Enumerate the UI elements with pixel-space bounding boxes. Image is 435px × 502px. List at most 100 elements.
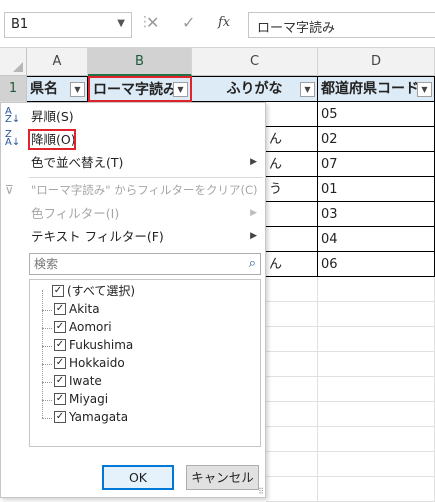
tree-line	[42, 400, 52, 401]
empty-cell[interactable]	[318, 277, 435, 302]
empty-cell[interactable]	[318, 302, 435, 327]
cancel-button[interactable]: キャンセル	[186, 465, 259, 490]
header-label: ローマ字読み	[93, 82, 177, 98]
cell-text: 06	[321, 257, 338, 272]
column-header-b[interactable]: B	[88, 48, 192, 76]
cell-text: 03	[321, 207, 338, 222]
tree-line	[42, 418, 52, 419]
cell-text: 02	[321, 132, 338, 147]
empty-cell[interactable]	[266, 277, 318, 302]
filter-dropdown-icon[interactable]: ▼	[417, 82, 432, 97]
furigana-cell[interactable]	[266, 202, 318, 227]
code-cell[interactable]: 01	[318, 177, 435, 202]
select-all-corner[interactable]	[0, 48, 27, 76]
empty-cell[interactable]	[318, 352, 435, 377]
code-cell[interactable]: 04	[318, 227, 435, 252]
insert-function-icon[interactable]: fx	[218, 15, 230, 30]
furigana-cell[interactable]	[266, 227, 318, 252]
list-item-label: Iwate	[69, 374, 102, 388]
tree-line	[42, 310, 52, 311]
filter-search-input[interactable]	[34, 254, 234, 274]
chevron-right-icon: ▶	[250, 231, 257, 241]
cell-text: 05	[321, 107, 338, 122]
header-cell-furigana[interactable]: ふりがな ▼	[192, 76, 318, 102]
code-cell[interactable]: 02	[318, 127, 435, 152]
chevron-down-icon[interactable]: ▼	[117, 18, 125, 29]
filter-search-box[interactable]: ⌕	[29, 253, 261, 275]
code-cell[interactable]: 07	[318, 152, 435, 177]
filter-value-list: ✓ (すべて選択) ✓ Akita ✓ Aomori ✓ Fukushima ✓…	[29, 279, 261, 447]
formula-input[interactable]: ローマ字読み	[248, 12, 435, 38]
row-header-1[interactable]: 1	[0, 76, 27, 102]
formula-value: ローマ字読み	[257, 21, 336, 36]
checkbox-checked-icon[interactable]: ✓	[54, 393, 66, 405]
chevron-right-icon: ▶	[250, 157, 257, 167]
cell-text: 01	[321, 182, 338, 197]
checkbox-checked-icon[interactable]: ✓	[54, 321, 66, 333]
code-cell[interactable]: 06	[318, 252, 435, 277]
empty-cell[interactable]	[266, 352, 318, 377]
confirm-entry-icon[interactable]: ✓	[182, 13, 195, 32]
list-item-label: Akita	[69, 302, 100, 316]
empty-cell[interactable]	[318, 402, 435, 427]
empty-cell[interactable]	[318, 477, 435, 502]
filter-sort-active-icon[interactable]: ▼	[173, 82, 188, 97]
search-icon: ⌕	[248, 256, 256, 271]
furigana-cell[interactable]: ん	[266, 152, 318, 177]
empty-cell[interactable]	[318, 327, 435, 352]
sort-descending-icon: Z A↓	[5, 129, 21, 148]
furigana-cell[interactable]: ん	[266, 127, 318, 152]
empty-cell[interactable]	[266, 427, 318, 452]
checkbox-checked-icon[interactable]: ✓	[54, 303, 66, 315]
column-header-d[interactable]: D	[318, 48, 435, 76]
furigana-cell[interactable]	[266, 102, 318, 127]
checkbox-checked-icon[interactable]: ✓	[54, 339, 66, 351]
filter-dropdown-icon[interactable]: ▼	[300, 82, 315, 97]
menu-item-label: 色で並べ替え(T)	[31, 155, 124, 170]
menu-item-sort-by-color[interactable]: 色で並べ替え(T) ▶	[1, 151, 265, 174]
empty-cell[interactable]	[266, 477, 318, 502]
menu-item-text-filter[interactable]: テキスト フィルター(F) ▶	[1, 225, 265, 248]
checkbox-checked-icon[interactable]: ✓	[54, 411, 66, 423]
menu-item-label: "ローマ字読み" からフィルターをクリア(C)	[31, 183, 258, 197]
code-cell[interactable]: 05	[318, 102, 435, 127]
name-box-value: B1	[11, 17, 29, 32]
checkbox-checked-icon[interactable]: ✓	[54, 357, 66, 369]
column-header-a[interactable]: A	[27, 48, 88, 76]
header-cell-romaji[interactable]: ローマ字読み ▼	[88, 76, 192, 102]
tree-line	[42, 364, 52, 365]
empty-cell[interactable]	[266, 327, 318, 352]
resize-grip-icon[interactable]: ⠿	[258, 488, 264, 496]
menu-item-clear-filter: ⊽ "ローマ字読み" からフィルターをクリア(C)	[1, 179, 265, 202]
ok-button[interactable]: OK	[102, 465, 174, 490]
column-header-c[interactable]: C	[192, 48, 318, 76]
menu-item-sort-ascending[interactable]: A Z↓ 昇順(S)	[1, 105, 265, 128]
empty-cell[interactable]	[318, 452, 435, 477]
cell-text: ん	[269, 257, 283, 272]
list-item-label: Fukushima	[69, 338, 134, 352]
checkbox-checked-icon[interactable]: ✓	[54, 375, 66, 387]
descending-highlight	[28, 129, 76, 150]
formula-bar: B1 ▼ ⋮ ✕ ✓ fx ローマ字読み	[0, 0, 435, 48]
header-label: ふりがな	[226, 81, 283, 97]
header-cell-code[interactable]: 都道府県コード ▼	[318, 76, 435, 102]
empty-cell[interactable]	[266, 302, 318, 327]
clear-filter-icon: ⊽	[5, 183, 14, 197]
name-box[interactable]: B1 ▼	[4, 12, 132, 38]
code-cell[interactable]: 03	[318, 202, 435, 227]
furigana-cell[interactable]: ん	[266, 252, 318, 277]
cancel-entry-icon[interactable]: ✕	[146, 13, 159, 32]
empty-cell[interactable]	[266, 377, 318, 402]
header-cell-prefecture[interactable]: 県名 ▼	[27, 76, 88, 102]
empty-cell[interactable]	[318, 377, 435, 402]
list-item-label: (すべて選択)	[67, 284, 136, 298]
empty-cell[interactable]	[266, 402, 318, 427]
menu-item-label: 色フィルター(I)	[31, 206, 120, 221]
furigana-cell[interactable]: う	[266, 177, 318, 202]
checkbox-checked-icon[interactable]: ✓	[52, 285, 64, 297]
filter-dropdown-icon[interactable]: ▼	[70, 82, 85, 97]
tree-line	[42, 382, 52, 383]
tree-line	[42, 328, 52, 329]
empty-cell[interactable]	[318, 427, 435, 452]
empty-cell[interactable]	[266, 452, 318, 477]
